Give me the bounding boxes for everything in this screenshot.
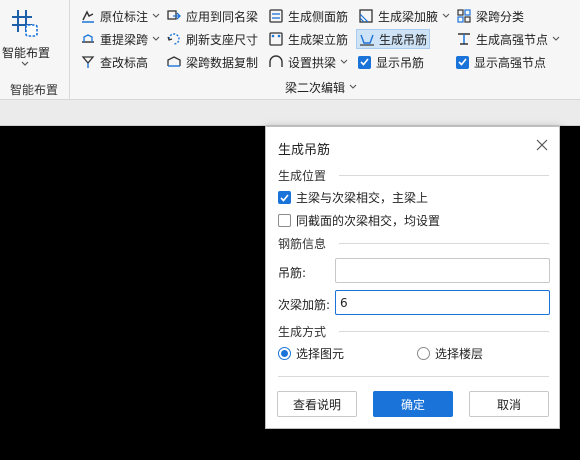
select-element-label: 选择图元 [296, 347, 345, 361]
re-extract-span-label: 重提梁跨 [100, 32, 149, 47]
span-classify-label: 梁跨分类 [476, 9, 525, 24]
generate-erect-rebar-label: 生成架立筋 [288, 32, 349, 47]
group-label-beam-secondary-edit: 梁二次编辑 [285, 80, 346, 95]
apply-same-icon [167, 10, 181, 20]
chevron-down-icon [442, 13, 450, 18]
classify-icon [457, 9, 471, 23]
ribbon-group-smart-layout: 智能布置 智能布置 [0, 0, 70, 100]
select-element-radio[interactable]: 选择图元 [278, 345, 344, 362]
ok-button[interactable]: 确定 [373, 391, 453, 417]
erect-rebar-icon [269, 32, 283, 46]
section-divider [339, 243, 549, 244]
show-hanger-rebar-label: 显示吊筋 [376, 55, 425, 70]
section-divider [339, 175, 549, 176]
checkbox-unchecked-icon [278, 214, 291, 227]
copy-span-icon [167, 56, 181, 67]
section-divider [339, 331, 549, 332]
ribbon-toolbar: 智能布置 智能布置 原位标注 重提梁跨 查改标高 应用到同名梁 刷新支座尺寸 梁… [0, 0, 580, 100]
check-elevation-button[interactable]: 查改标高 [80, 52, 150, 72]
ribbon-sub-bar [0, 100, 580, 126]
chevron-down-icon [340, 59, 348, 64]
same-section-intersect-label: 同截面的次梁相交，均设置 [296, 214, 441, 228]
checkbox-checked-icon [358, 55, 371, 69]
elevation-icon [81, 56, 95, 68]
smart-layout-button[interactable]: 智能布置 [0, 2, 52, 74]
select-floor-radio[interactable]: 选择楼层 [417, 345, 483, 362]
apply-same-name-beam-label: 应用到同名梁 [186, 9, 259, 24]
secondary-beam-rebar-field-label: 次梁加筋: [278, 298, 331, 312]
cancel-button[interactable]: 取消 [469, 391, 549, 417]
group-label-smart-layout: 智能布置 [10, 83, 59, 97]
radio-unselected-icon [417, 347, 430, 360]
original-annotation-button[interactable]: 原位标注 [80, 6, 162, 26]
chevron-down-icon [152, 36, 160, 41]
main-secondary-intersect-checkbox[interactable]: 主梁与次梁相交，主梁上 [278, 189, 428, 206]
secondary-beam-rebar-input[interactable] [335, 290, 550, 315]
set-arch-beam-button[interactable]: 设置拱梁 [268, 52, 350, 72]
copy-span-data-button[interactable]: 梁跨数据复制 [166, 52, 260, 72]
view-help-button[interactable]: 查看说明 [277, 391, 357, 417]
same-section-intersect-checkbox[interactable]: 同截面的次梁相交，均设置 [278, 212, 440, 229]
generate-side-rebar-button[interactable]: 生成侧面筋 [268, 6, 350, 26]
section-label-method: 生成方式 [278, 325, 327, 339]
radio-selected-icon [278, 347, 291, 360]
chevron-down-icon [152, 13, 160, 18]
copy-span-data-label: 梁跨数据复制 [186, 55, 259, 70]
checkbox-checked-icon [456, 55, 469, 69]
generate-hanger-rebar-button[interactable]: 生成吊筋 [356, 29, 431, 49]
generate-side-rebar-label: 生成侧面筋 [288, 9, 349, 24]
hanger-rebar-icon [360, 34, 374, 46]
generate-high-strength-node-button[interactable]: 生成高强节点 [456, 29, 562, 49]
haunch-icon [359, 9, 373, 23]
original-annotation-label: 原位标注 [100, 9, 149, 24]
generate-haunch-button[interactable]: 生成梁加腋 [358, 6, 452, 26]
close-icon[interactable] [535, 138, 549, 152]
section-label-position: 生成位置 [278, 169, 327, 183]
smart-layout-label: 智能布置 [1, 46, 50, 60]
show-hanger-rebar-checkbox[interactable]: 显示吊筋 [358, 52, 426, 72]
section-label-rebar-info: 钢筋信息 [278, 237, 327, 251]
generate-haunch-label: 生成梁加腋 [378, 9, 439, 24]
high-strength-node-icon [458, 33, 470, 45]
section-divider [278, 376, 549, 377]
chevron-down-icon [552, 36, 560, 41]
beam-secondary-edit-group-button[interactable]: 梁二次编辑 [285, 77, 359, 97]
apply-same-name-beam-button[interactable]: 应用到同名梁 [166, 6, 260, 26]
select-floor-label: 选择楼层 [435, 347, 484, 361]
hanger-rebar-field-label: 吊筋: [278, 266, 307, 280]
span-icon [82, 34, 94, 43]
hanger-rebar-input[interactable] [335, 258, 550, 283]
re-extract-span-button[interactable]: 重提梁跨 [80, 29, 162, 49]
checkbox-checked-icon [278, 191, 291, 204]
chevron-down-icon [21, 61, 29, 66]
chevron-down-icon [349, 84, 357, 89]
show-high-strength-node-checkbox[interactable]: 显示高强节点 [456, 52, 548, 72]
show-high-strength-node-label: 显示高强节点 [474, 55, 547, 70]
refresh-support-size-label: 刷新支座尺寸 [186, 32, 259, 47]
generate-hanger-rebar-dialog: 生成吊筋 生成位置 主梁与次梁相交，主梁上 同截面的次梁相交，均设置 钢筋信息 … [265, 126, 560, 429]
generate-high-strength-node-label: 生成高强节点 [476, 32, 549, 47]
side-rebar-icon [269, 9, 283, 23]
annotation-icon [82, 10, 94, 23]
set-arch-beam-label: 设置拱梁 [288, 55, 337, 70]
span-classify-button[interactable]: 梁跨分类 [456, 6, 526, 26]
grid-layout-icon [12, 10, 38, 37]
dialog-title: 生成吊筋 [278, 143, 331, 158]
generate-erect-rebar-button[interactable]: 生成架立筋 [268, 29, 350, 49]
generate-hanger-rebar-label: 生成吊筋 [379, 32, 428, 47]
arch-beam-icon [269, 55, 283, 67]
refresh-support-size-button[interactable]: 刷新支座尺寸 [166, 29, 260, 49]
main-secondary-intersect-label: 主梁与次梁相交，主梁上 [296, 191, 429, 205]
refresh-support-icon [167, 33, 180, 45]
check-elevation-label: 查改标高 [100, 55, 149, 70]
